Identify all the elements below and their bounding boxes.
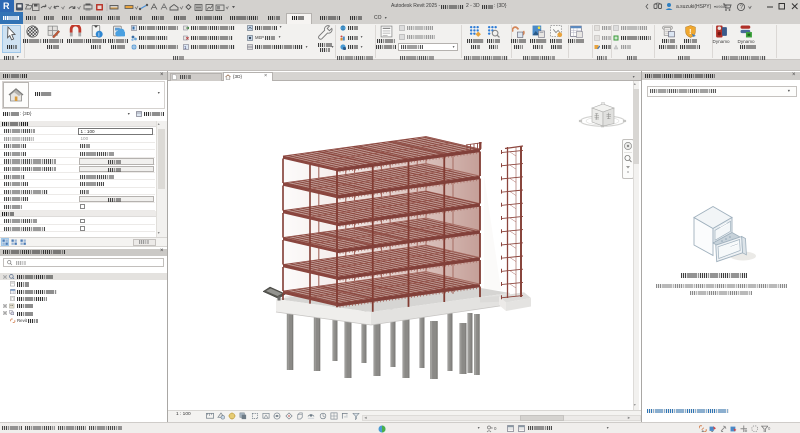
svg-text:i: i [98, 32, 99, 38]
svg-text:!: ! [688, 27, 691, 36]
